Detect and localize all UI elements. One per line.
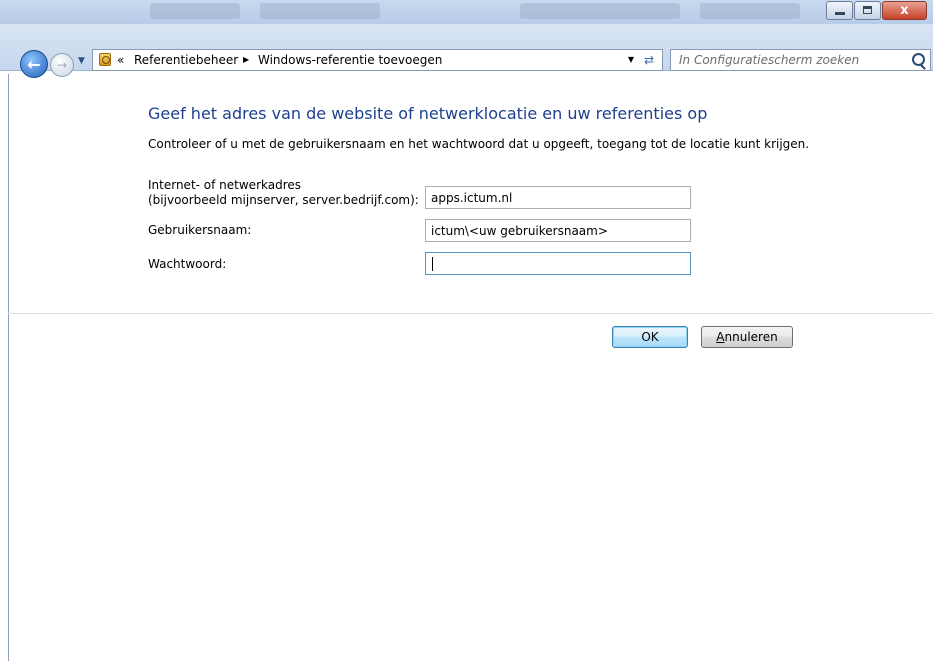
text-caret [432, 257, 433, 271]
address-input[interactable] [425, 186, 691, 209]
address-bar[interactable]: « Referentiebeheer ▶ Windows-referentie … [92, 49, 663, 71]
recent-pages-dropdown[interactable]: ▼ [78, 56, 85, 66]
title-blur [520, 3, 680, 19]
address-label-line1: Internet- of netwerkadres [148, 178, 302, 192]
cancel-mnemonic: A [716, 330, 725, 344]
forward-arrow-icon: → [56, 58, 68, 72]
breadcrumb-item-windows-referentie[interactable]: Windows-referentie toevoegen [258, 53, 442, 67]
cancel-button[interactable]: Annuleren [701, 326, 793, 348]
back-arrow-icon: ← [27, 54, 41, 74]
maximize-icon [863, 6, 872, 14]
window-title-bar: x [0, 0, 933, 24]
search-box[interactable] [670, 49, 931, 71]
instruction-text: Controleer of u met de gebruikersnaam en… [148, 137, 810, 151]
title-blur [260, 3, 380, 19]
refresh-icon[interactable]: ⇄ [640, 51, 658, 69]
close-button[interactable]: x [882, 1, 927, 20]
username-label: Gebruikersnaam: [148, 223, 252, 237]
address-label-line2: (bijvoorbeeld mijnserver, server.bedrijf… [148, 193, 419, 207]
address-dropdown-icon[interactable]: ▼ [628, 55, 634, 64]
forward-button[interactable]: → [50, 53, 74, 77]
control-panel-icon [99, 53, 111, 66]
maximize-button[interactable] [854, 1, 881, 20]
breadcrumb-separator-icon[interactable]: ▶ [243, 55, 249, 64]
divider [8, 313, 933, 314]
breadcrumb-item-referentiebeheer[interactable]: Referentiebeheer [134, 53, 238, 67]
password-input[interactable] [425, 252, 691, 275]
content-pane [8, 74, 933, 661]
search-icon[interactable] [912, 53, 925, 66]
minimize-button[interactable] [826, 1, 853, 20]
title-blur [700, 3, 800, 19]
page-title: Geef het adres van de website of netwerk… [148, 104, 708, 123]
search-input[interactable] [679, 52, 899, 68]
ok-button[interactable]: OK [612, 326, 688, 348]
breadcrumb-overflow[interactable]: « [117, 53, 124, 67]
title-blur [150, 3, 240, 19]
back-button[interactable]: ← [20, 50, 48, 78]
address-label: Internet- of netwerkadres (bijvoorbeeld … [148, 178, 419, 208]
password-label: Wachtwoord: [148, 257, 227, 271]
window-controls: x [825, 1, 927, 20]
cancel-label-rest: nnuleren [724, 330, 778, 344]
username-input[interactable] [425, 219, 691, 242]
minimize-icon [835, 12, 845, 15]
close-icon: x [900, 3, 909, 18]
